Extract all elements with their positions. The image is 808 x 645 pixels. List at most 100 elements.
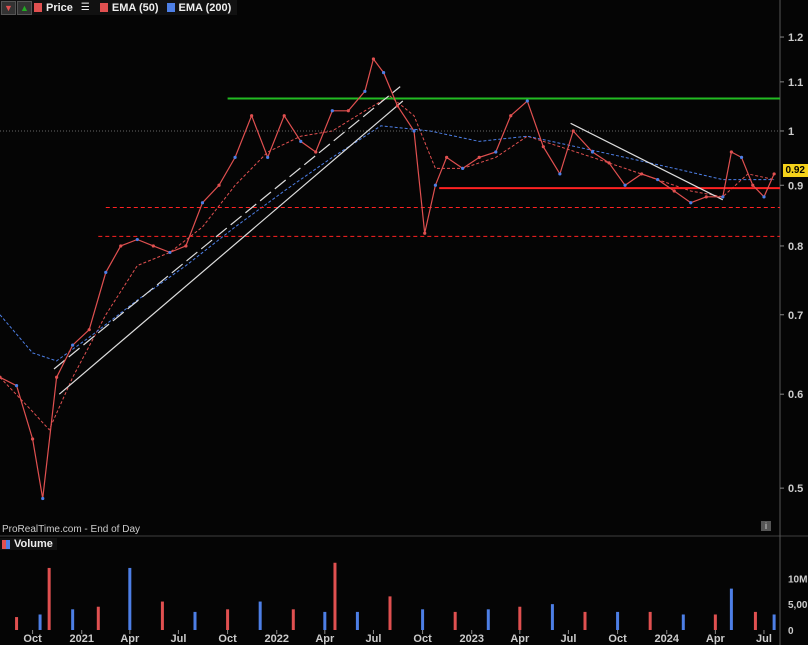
price-point	[494, 150, 498, 154]
price-point	[71, 343, 75, 347]
y-tick-label: 0.7	[788, 310, 803, 322]
volume-bar	[128, 567, 132, 630]
volume-bar	[616, 611, 620, 630]
y-tick-label: 0.8	[788, 241, 803, 253]
price-point	[395, 104, 400, 108]
volume-bar	[486, 609, 490, 630]
price-point	[168, 250, 172, 255]
price-point	[412, 129, 416, 133]
volume-bar	[71, 609, 75, 630]
price-swatch	[34, 3, 42, 12]
x-tick-label: Oct	[218, 633, 237, 645]
volume-bar	[226, 609, 230, 630]
price-point	[571, 129, 575, 133]
price-point	[433, 183, 438, 187]
price-point	[721, 195, 725, 199]
price-point	[314, 150, 318, 154]
ema200-swatch	[166, 3, 175, 12]
legend-ema200-label: EMA (200)	[178, 1, 232, 14]
y-tick-label: 0.6	[788, 389, 803, 401]
x-tick-label: Jul	[756, 633, 772, 645]
x-tick-label: 2024	[654, 633, 679, 645]
legend-ema200[interactable]: EMA (200)	[165, 1, 232, 14]
y-tick-label: 1.2	[788, 32, 803, 44]
volume-legend[interactable]: Volume	[0, 538, 57, 550]
legend-price[interactable]: Price	[32, 2, 73, 14]
price-point	[299, 139, 303, 143]
price-point	[509, 114, 513, 118]
y-tick-label: 0.5	[788, 483, 803, 495]
legend-ema50[interactable]: EMA (50)	[98, 2, 159, 14]
volume-bar	[193, 611, 197, 630]
price-point	[104, 270, 108, 274]
volume-bar	[258, 601, 262, 630]
x-tick-label: Apr	[315, 633, 335, 645]
volume-bar	[160, 601, 164, 630]
volume-bar	[518, 606, 522, 630]
volume-bar	[15, 617, 19, 630]
legend-ema50-label: EMA (50)	[111, 1, 159, 14]
volume-bar	[772, 614, 776, 630]
price-point	[381, 70, 386, 75]
price-point	[590, 150, 595, 154]
price-point	[558, 172, 562, 176]
legend-bar: ▼ ▲ Price ☰ EMA (50) EMA (200)	[0, 0, 238, 15]
x-tick-label: Apr	[120, 633, 140, 645]
credit-text: ProRealTime.com - End of Day	[2, 524, 141, 535]
price-point	[119, 244, 123, 248]
price-point	[282, 114, 286, 118]
chart-canvas[interactable]: 0.5 0.6 0.7 0.8 0.9 1 1.1 1.2 10M 5,00 0 Oct 2021 Apr…	[0, 0, 808, 645]
volume-bar	[583, 611, 587, 630]
volume-bar	[323, 611, 327, 630]
price-point	[330, 109, 334, 113]
price-point	[623, 183, 627, 187]
price-point	[217, 183, 221, 187]
x-tick-label: Jul	[365, 633, 381, 645]
legend-settings[interactable]: ☰	[79, 2, 92, 13]
price-point	[346, 109, 350, 113]
price-point	[772, 172, 776, 176]
menu-icon[interactable]: ☰	[81, 2, 90, 13]
price-point	[14, 384, 19, 388]
volume-pane	[0, 537, 808, 645]
volume-bar	[681, 614, 685, 630]
price-point	[461, 166, 465, 170]
volume-bar	[713, 614, 717, 630]
price-point	[87, 328, 91, 332]
volume-bar	[421, 609, 425, 630]
price-point	[184, 244, 188, 248]
price-down-icon[interactable]: ▼	[1, 0, 16, 15]
x-tick-label: 2023	[459, 633, 483, 645]
volume-tick-label: 10M	[788, 574, 807, 585]
volume-swatch	[2, 539, 10, 549]
x-tick-label: Apr	[706, 633, 726, 645]
volume-bar	[648, 611, 652, 630]
price-point	[135, 237, 139, 242]
ema50-swatch	[99, 3, 108, 12]
price-point	[200, 201, 205, 205]
info-icon[interactable]: i	[761, 521, 771, 531]
price-up-icon[interactable]: ▲	[17, 0, 32, 15]
legend-price-label: Price	[46, 1, 73, 14]
price-point	[729, 150, 733, 154]
volume-bar	[96, 606, 100, 630]
x-tick-label: Oct	[608, 633, 627, 645]
x-tick-label: Apr	[510, 633, 530, 645]
price-point	[751, 183, 755, 187]
last-price-tag: 0.92	[782, 164, 808, 177]
price-point	[423, 231, 427, 235]
volume-bar	[550, 604, 554, 630]
price-point	[656, 177, 660, 182]
volume-bar	[388, 596, 392, 630]
y-tick-label: 1.1	[788, 77, 803, 89]
price-point	[41, 496, 45, 501]
volume-tick-label: 0	[788, 626, 794, 637]
volume-tick-label: 5,00	[788, 600, 808, 611]
price-point	[525, 99, 529, 103]
x-tick-label: Jul	[170, 633, 186, 645]
x-tick-label: 2022	[264, 633, 288, 645]
volume-bar	[47, 567, 51, 630]
price-point	[762, 195, 766, 199]
y-tick-label: 1	[788, 126, 794, 138]
volume-bar	[753, 611, 757, 630]
